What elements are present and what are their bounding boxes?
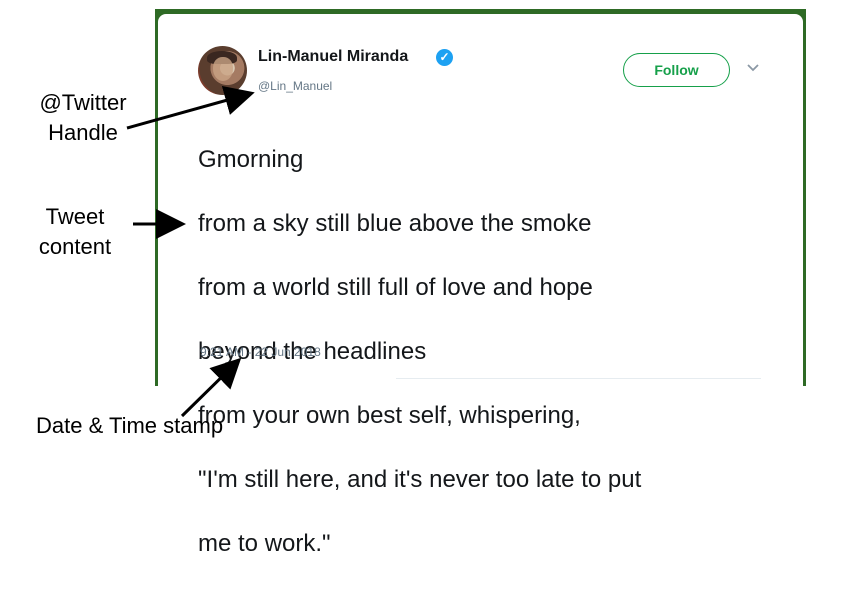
annotation-arrows (126, 85, 255, 418)
tweet-line: "I'm still here, and it's never too late… (198, 466, 642, 493)
timestamp-arrow (180, 357, 242, 418)
handle-arrow (126, 85, 255, 130)
tweet-line: me to work." (198, 530, 331, 557)
